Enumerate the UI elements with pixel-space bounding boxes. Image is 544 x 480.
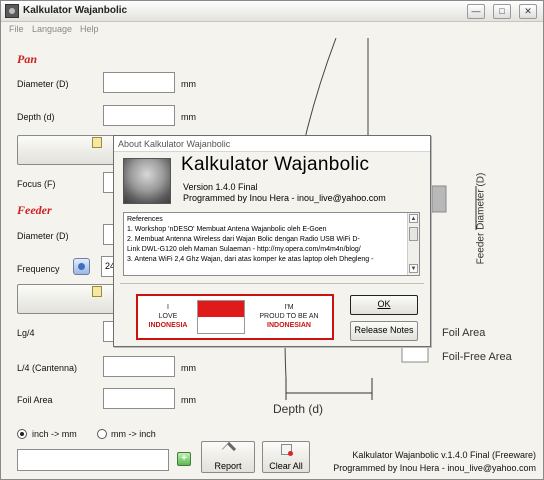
- pan-diameter-input[interactable]: [103, 72, 175, 93]
- legend-foil-label: Foil Area: [442, 327, 486, 339]
- l4-cantenna-unit: mm: [181, 363, 196, 373]
- feeder-diameter-caption: Feeder Diameter (D): [475, 172, 487, 265]
- plus-icon: +: [181, 453, 187, 464]
- about-title: About Kalkulator Wajanbolic: [118, 139, 231, 149]
- footer-version: Kalkulator Wajanbolic v.1.4.0 Final (Fre…: [352, 450, 536, 460]
- feeder-diameter-caption-box: Feeder Diameter (D): [474, 165, 488, 280]
- flag-red-band: [198, 301, 244, 317]
- minimize-icon: —: [471, 6, 481, 16]
- pan-depth-unit: mm: [181, 112, 196, 122]
- feeder-section-title: Feeder: [17, 203, 52, 217]
- banner-indonesia: INDONESIA: [148, 322, 188, 329]
- pan-section-title: Pan: [17, 52, 38, 66]
- pan-diameter-unit: mm: [181, 79, 196, 89]
- l4-cantenna-input[interactable]: [103, 356, 175, 377]
- close-icon: ✕: [524, 6, 532, 16]
- banner-im: I'M: [284, 304, 294, 311]
- legend-foilfree-label: Foil-Free Area: [442, 351, 512, 363]
- focus-label: Focus (F): [17, 179, 56, 189]
- radio-inch-to-mm-label: inch -> mm: [32, 429, 77, 439]
- radio-mm-to-inch[interactable]: [97, 429, 107, 439]
- ok-button[interactable]: OK: [350, 295, 418, 315]
- menu-language[interactable]: Language: [32, 24, 72, 34]
- feeder-diameter-label: Diameter (D): [17, 231, 69, 241]
- radio-mm-to-inch-label: mm -> inch: [111, 429, 156, 439]
- release-notes-label: Release Notes: [354, 325, 414, 335]
- maximize-button[interactable]: □: [493, 4, 511, 19]
- scroll-up-icon[interactable]: ▲: [409, 214, 418, 223]
- frequency-label: Frequency: [17, 264, 60, 274]
- app-icon: [5, 4, 19, 18]
- references-textbox[interactable]: References 1. Workshop 'nDESO' Membuat A…: [123, 212, 420, 276]
- radio-inch-to-mm[interactable]: [17, 429, 27, 439]
- wand-icon: [221, 441, 237, 457]
- l4-cantenna-label: L/4 (Cantenna): [17, 363, 78, 373]
- flag-white-band: [198, 317, 244, 333]
- scroll-thumb[interactable]: [409, 227, 418, 241]
- indonesia-banner: I LOVE INDONESIA I'M PROUD TO BE AN INDO…: [136, 294, 334, 340]
- reference-line: References: [127, 216, 163, 223]
- ok-label: OK: [377, 299, 391, 309]
- about-version: Version 1.4.0 Final: [183, 182, 258, 192]
- info-icon: [78, 263, 85, 270]
- scroll-down-icon[interactable]: ▼: [409, 264, 418, 273]
- clear-icon: [281, 444, 293, 456]
- pan-depth-label: Depth (d): [17, 112, 55, 122]
- frequency-info-button[interactable]: [73, 258, 90, 275]
- legend-foilfree-swatch: [401, 346, 429, 363]
- banner-proud: PROUD TO BE AN: [259, 313, 319, 320]
- foil-area-unit: mm: [181, 395, 196, 405]
- convert-button[interactable]: +: [177, 452, 191, 466]
- calculator-icon: [92, 137, 102, 148]
- clear-all-button[interactable]: Clear All: [262, 441, 310, 473]
- window-title: Kalkulator Wajanbolic: [23, 5, 128, 16]
- lg4-label: Lg/4: [17, 328, 35, 338]
- banner-indonesian: INDONESIAN: [267, 322, 311, 329]
- banner-i: I: [167, 304, 169, 311]
- about-dialog: About Kalkulator Wajanbolic Kalkulator W…: [113, 135, 431, 347]
- footer-author: Programmed by Inou Hera - inou_live@yaho…: [333, 463, 536, 473]
- radio-dot: [20, 432, 24, 436]
- foil-area-label: Foil Area: [17, 395, 53, 405]
- foil-area-input[interactable]: [103, 388, 175, 409]
- title-bar: Kalkulator Wajanbolic — □ ✕: [1, 1, 543, 22]
- main-window: Kalkulator Wajanbolic — □ ✕ File Languag…: [0, 0, 544, 480]
- wajan-antenna-image: [123, 158, 171, 204]
- reference-line: 3. Antena WiFi 2,4 Ghz Wajan, dari atas …: [127, 256, 374, 263]
- feeder-body: [431, 185, 447, 213]
- report-button[interactable]: Report: [201, 441, 255, 473]
- maximize-icon: □: [499, 6, 505, 16]
- about-heading: Kalkulator Wajanbolic: [181, 154, 370, 175]
- close-button[interactable]: ✕: [519, 4, 537, 19]
- indonesia-flag-icon: [197, 300, 245, 334]
- reference-line: 2. Membuat Antenna Wireless dari Wajan B…: [127, 236, 360, 243]
- release-notes-button[interactable]: Release Notes: [350, 321, 418, 341]
- reference-line: 1. Workshop 'nDESO' Membuat Antena Wajan…: [127, 226, 327, 233]
- depth-caption: Depth (d): [273, 402, 324, 416]
- menu-file[interactable]: File: [9, 24, 24, 34]
- report-label: Report: [214, 461, 242, 471]
- minimize-button[interactable]: —: [467, 4, 485, 19]
- menu-bar: File Language Help: [1, 22, 543, 38]
- reference-line: Link DWL-G120 oleh Maman Sulaeman - http…: [127, 246, 361, 253]
- about-separator: [120, 283, 424, 284]
- pan-depth-input[interactable]: [103, 105, 175, 126]
- about-programmer: Programmed by Inou Hera - inou_live@yaho…: [183, 193, 386, 203]
- calculator-icon: [92, 286, 102, 297]
- clear-all-label: Clear All: [269, 461, 303, 471]
- about-title-bar: About Kalkulator Wajanbolic: [114, 136, 430, 152]
- references-scrollbar[interactable]: ▲ ▼: [407, 213, 419, 275]
- banner-love: LOVE: [158, 313, 178, 320]
- pan-diameter-label: Diameter (D): [17, 79, 69, 89]
- convert-input[interactable]: [17, 449, 169, 471]
- menu-help[interactable]: Help: [80, 24, 99, 34]
